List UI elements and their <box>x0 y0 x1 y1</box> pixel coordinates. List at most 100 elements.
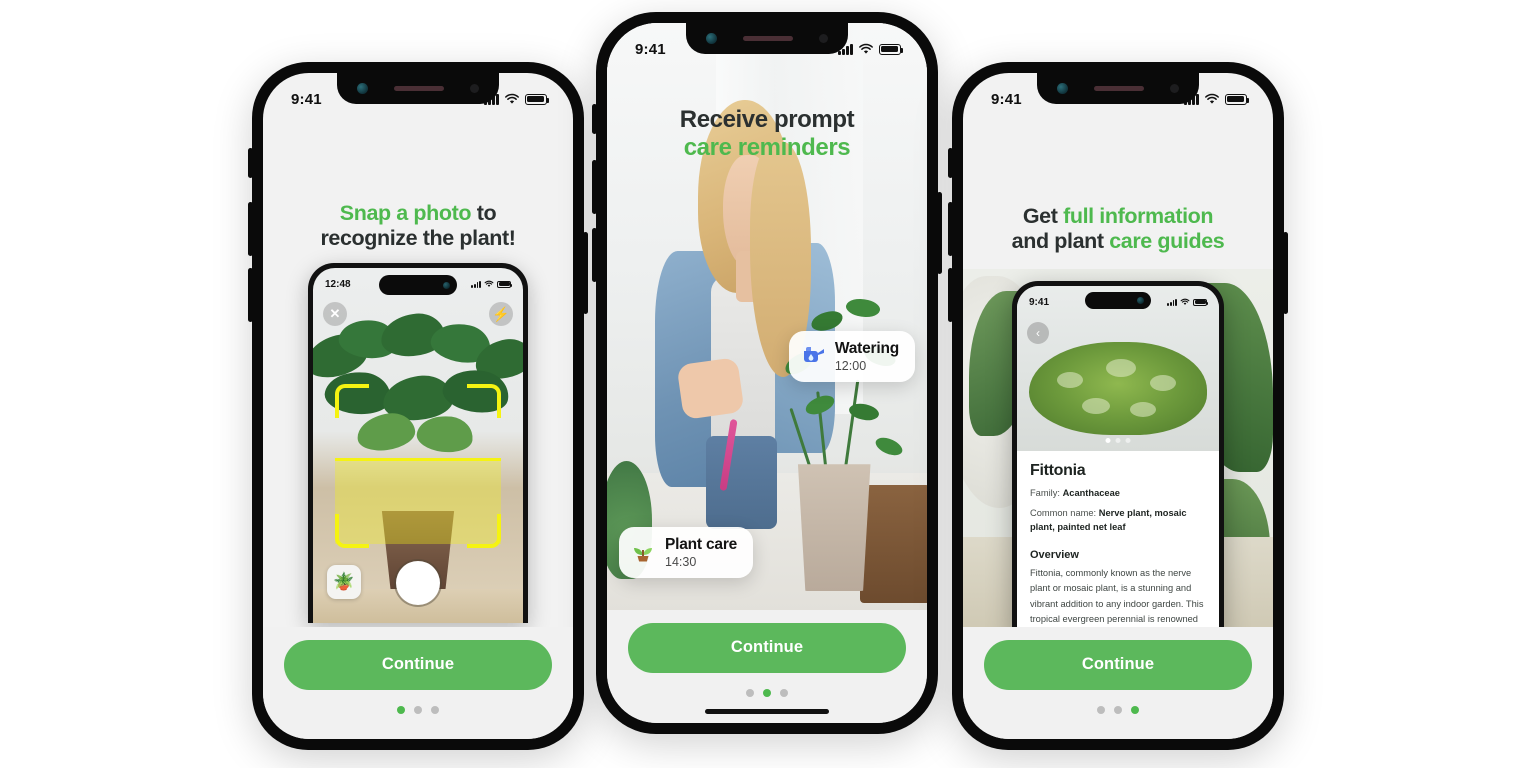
headline-line1-accent: full information <box>1063 204 1214 228</box>
notch <box>337 73 499 104</box>
zz-plant <box>761 248 908 592</box>
screen-2: Watering 12:00 Plant care 14:30 9:41 Rec… <box>607 23 927 723</box>
phone-mockup-2: Watering 12:00 Plant care 14:30 9:41 Rec… <box>592 12 942 734</box>
volume-up-button[interactable] <box>592 160 597 214</box>
plant-hero-image: 9:41 ‹ <box>1017 286 1219 451</box>
home-indicator <box>1056 722 1180 726</box>
cellular-bars-icon <box>1167 298 1177 306</box>
scan-highlight-band <box>335 458 501 544</box>
scan-frame <box>335 384 501 548</box>
page-dot-1[interactable] <box>1097 706 1105 714</box>
seedling-icon <box>630 539 656 567</box>
inner-status-indicators <box>471 280 513 288</box>
page-dot-3[interactable] <box>1131 706 1139 714</box>
cellular-bars-icon <box>471 280 481 288</box>
volume-up-button[interactable] <box>248 202 253 256</box>
notification-time: 14:30 <box>665 555 697 569</box>
headline-accent: care reminders <box>683 134 851 162</box>
status-time: 9:41 <box>291 90 322 108</box>
page-dots-2[interactable] <box>628 673 906 697</box>
notification-watering[interactable]: Watering 12:00 <box>788 331 915 382</box>
plant-common-name-row: Common name: Nerve plant, mosaic plant, … <box>1030 507 1206 534</box>
screen-3: 9:41 ‹ Fittonia Family: Acanthaceae Comm… <box>963 73 1273 739</box>
arm <box>676 356 745 420</box>
volume-down-button[interactable] <box>592 228 597 282</box>
inner-phone-camera: 12:48 ✕ ⚡ 🪴 <box>308 263 528 623</box>
page-dot-2[interactable] <box>414 706 422 714</box>
phone-mockup-3: 9:41 ‹ Fittonia Family: Acanthaceae Comm… <box>948 62 1288 750</box>
inner-camera-screen: 12:48 ✕ ⚡ 🪴 <box>313 268 523 623</box>
headline-accent: Snap a photo <box>339 201 472 225</box>
notch <box>1037 73 1199 104</box>
battery-icon <box>1193 298 1209 306</box>
flash-icon[interactable]: ⚡ <box>489 302 513 326</box>
image-carousel-dots[interactable] <box>1105 438 1131 443</box>
carousel-dot-2[interactable] <box>1115 438 1121 443</box>
dynamic-island <box>379 275 457 295</box>
proximity-sensor-icon <box>1170 84 1179 93</box>
inner-status-indicators <box>1167 298 1209 306</box>
home-indicator <box>356 722 480 726</box>
page-dot-2[interactable] <box>1114 706 1122 714</box>
silent-switch[interactable] <box>592 104 597 134</box>
continue-button[interactable]: Continue <box>284 640 552 690</box>
battery-icon <box>497 280 513 288</box>
volume-down-button[interactable] <box>248 268 253 322</box>
page-dot-3[interactable] <box>431 706 439 714</box>
page-dot-3[interactable] <box>780 689 788 697</box>
phone-mockup-1: 9:41 Snap a photo to recognize the plant… <box>248 62 588 750</box>
power-button[interactable] <box>937 192 942 274</box>
carousel-dot-3[interactable] <box>1125 438 1131 443</box>
page-dot-1[interactable] <box>397 706 405 714</box>
page-dots-3[interactable] <box>984 690 1252 714</box>
notification-title: Watering <box>834 340 899 357</box>
notification-title: Plant care <box>665 536 738 553</box>
volume-down-button[interactable] <box>948 268 953 322</box>
carousel-dot-1[interactable] <box>1105 438 1111 443</box>
notification-plant-care[interactable]: Plant care 14:30 <box>619 527 754 578</box>
plant-pot <box>797 464 871 592</box>
wifi-icon <box>1180 298 1190 305</box>
notification-body: Watering 12:00 <box>835 340 899 373</box>
close-icon[interactable]: ✕ <box>323 302 347 326</box>
cta-area-1: Continue <box>263 627 573 739</box>
continue-button[interactable]: Continue <box>984 640 1252 690</box>
gallery-thumbnail-button[interactable]: 🪴 <box>327 565 361 599</box>
battery-icon <box>525 93 550 105</box>
volume-up-button[interactable] <box>948 202 953 256</box>
inner-phone-detail: 9:41 ‹ Fittonia Family: Acanthaceae Comm… <box>1012 281 1224 631</box>
front-camera-icon <box>357 83 368 94</box>
notification-body: Plant care 14:30 <box>665 536 737 569</box>
inner-status-time: 12:48 <box>325 278 351 290</box>
headline-line1: Receive prompt <box>679 106 855 133</box>
wifi-icon <box>505 93 519 104</box>
page-dot-1[interactable] <box>746 689 754 697</box>
headline-1: Snap a photo to recognize the plant! <box>263 201 573 251</box>
scene-background: 9:41 ‹ Fittonia Family: Acanthaceae Comm… <box>963 269 1273 631</box>
shutter-button[interactable] <box>396 561 440 605</box>
page-dots-1[interactable] <box>284 690 552 714</box>
status-time: 9:41 <box>991 90 1022 108</box>
silent-switch[interactable] <box>248 148 253 178</box>
family-label: Family: <box>1030 488 1060 498</box>
plant-name: Fittonia <box>1030 462 1086 479</box>
camera-preview-area: 12:48 ✕ ⚡ 🪴 <box>263 263 573 623</box>
scan-corner-tr <box>467 384 501 418</box>
status-indicators <box>838 43 904 55</box>
cta-area-2: Continue <box>607 610 927 723</box>
silent-switch[interactable] <box>948 148 953 178</box>
earpiece-speaker <box>394 86 444 91</box>
power-button[interactable] <box>1283 232 1288 314</box>
continue-button[interactable]: Continue <box>628 623 906 673</box>
cta-area-3: Continue <box>963 627 1273 739</box>
overview-heading: Overview <box>1030 549 1079 562</box>
power-button[interactable] <box>583 232 588 314</box>
onboarding-showcase: 9:41 Snap a photo to recognize the plant… <box>0 0 1536 768</box>
page-dot-2[interactable] <box>763 689 771 697</box>
earpiece-speaker <box>743 36 793 41</box>
front-camera-icon <box>1057 83 1068 94</box>
notch <box>686 23 848 54</box>
back-icon[interactable]: ‹ <box>1027 322 1049 344</box>
proximity-sensor-icon <box>470 84 479 93</box>
battery-icon <box>1225 93 1250 105</box>
